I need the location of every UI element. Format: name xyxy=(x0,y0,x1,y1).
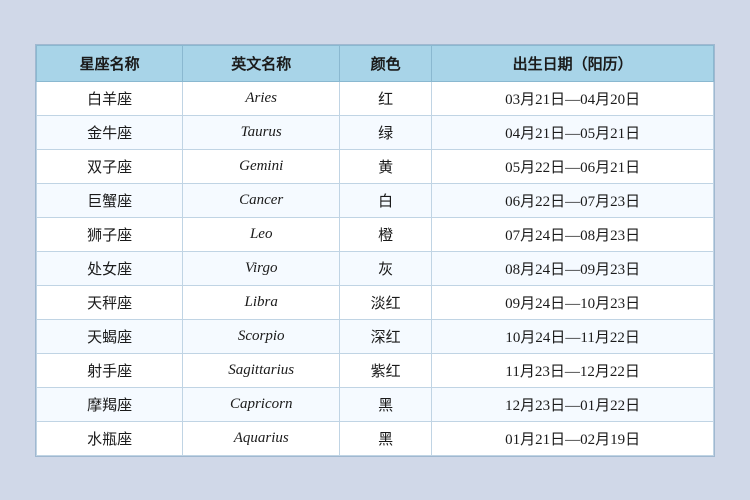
cell-zh-name: 巨蟹座 xyxy=(37,183,183,217)
zodiac-table-container: 星座名称 英文名称 颜色 出生日期（阳历） 白羊座Aries红03月21日—04… xyxy=(35,44,715,457)
cell-en-name: Cancer xyxy=(183,183,340,217)
cell-date: 07月24日—08月23日 xyxy=(432,217,714,251)
cell-zh-name: 双子座 xyxy=(37,149,183,183)
table-row: 水瓶座Aquarius黑01月21日—02月19日 xyxy=(37,421,714,455)
cell-zh-name: 金牛座 xyxy=(37,115,183,149)
cell-color: 橙 xyxy=(340,217,432,251)
table-row: 白羊座Aries红03月21日—04月20日 xyxy=(37,81,714,115)
cell-date: 06月22日—07月23日 xyxy=(432,183,714,217)
cell-color: 白 xyxy=(340,183,432,217)
cell-color: 黑 xyxy=(340,387,432,421)
cell-en-name: Scorpio xyxy=(183,319,340,353)
cell-zh-name: 天蝎座 xyxy=(37,319,183,353)
table-row: 巨蟹座Cancer白06月22日—07月23日 xyxy=(37,183,714,217)
cell-zh-name: 摩羯座 xyxy=(37,387,183,421)
cell-color: 黑 xyxy=(340,421,432,455)
cell-en-name: Capricorn xyxy=(183,387,340,421)
cell-date: 03月21日—04月20日 xyxy=(432,81,714,115)
cell-date: 12月23日—01月22日 xyxy=(432,387,714,421)
cell-en-name: Libra xyxy=(183,285,340,319)
cell-date: 08月24日—09月23日 xyxy=(432,251,714,285)
cell-zh-name: 白羊座 xyxy=(37,81,183,115)
cell-zh-name: 处女座 xyxy=(37,251,183,285)
cell-date: 04月21日—05月21日 xyxy=(432,115,714,149)
cell-zh-name: 狮子座 xyxy=(37,217,183,251)
cell-zh-name: 天秤座 xyxy=(37,285,183,319)
header-en-name: 英文名称 xyxy=(183,45,340,81)
cell-date: 01月21日—02月19日 xyxy=(432,421,714,455)
table-row: 处女座Virgo灰08月24日—09月23日 xyxy=(37,251,714,285)
zodiac-table: 星座名称 英文名称 颜色 出生日期（阳历） 白羊座Aries红03月21日—04… xyxy=(36,45,714,456)
cell-en-name: Taurus xyxy=(183,115,340,149)
cell-date: 10月24日—11月22日 xyxy=(432,319,714,353)
table-row: 射手座Sagittarius紫红11月23日—12月22日 xyxy=(37,353,714,387)
cell-color: 黄 xyxy=(340,149,432,183)
table-header-row: 星座名称 英文名称 颜色 出生日期（阳历） xyxy=(37,45,714,81)
cell-zh-name: 水瓶座 xyxy=(37,421,183,455)
cell-zh-name: 射手座 xyxy=(37,353,183,387)
header-date: 出生日期（阳历） xyxy=(432,45,714,81)
table-row: 金牛座Taurus绿04月21日—05月21日 xyxy=(37,115,714,149)
cell-date: 05月22日—06月21日 xyxy=(432,149,714,183)
table-row: 双子座Gemini黄05月22日—06月21日 xyxy=(37,149,714,183)
header-zh-name: 星座名称 xyxy=(37,45,183,81)
cell-en-name: Gemini xyxy=(183,149,340,183)
cell-en-name: Aquarius xyxy=(183,421,340,455)
cell-color: 灰 xyxy=(340,251,432,285)
table-row: 天蝎座Scorpio深红10月24日—11月22日 xyxy=(37,319,714,353)
table-row: 天秤座Libra淡红09月24日—10月23日 xyxy=(37,285,714,319)
header-color: 颜色 xyxy=(340,45,432,81)
table-row: 摩羯座Capricorn黑12月23日—01月22日 xyxy=(37,387,714,421)
cell-date: 11月23日—12月22日 xyxy=(432,353,714,387)
cell-color: 淡红 xyxy=(340,285,432,319)
cell-en-name: Virgo xyxy=(183,251,340,285)
cell-en-name: Aries xyxy=(183,81,340,115)
cell-en-name: Sagittarius xyxy=(183,353,340,387)
cell-color: 紫红 xyxy=(340,353,432,387)
cell-color: 深红 xyxy=(340,319,432,353)
cell-en-name: Leo xyxy=(183,217,340,251)
table-row: 狮子座Leo橙07月24日—08月23日 xyxy=(37,217,714,251)
cell-date: 09月24日—10月23日 xyxy=(432,285,714,319)
cell-color: 红 xyxy=(340,81,432,115)
cell-color: 绿 xyxy=(340,115,432,149)
